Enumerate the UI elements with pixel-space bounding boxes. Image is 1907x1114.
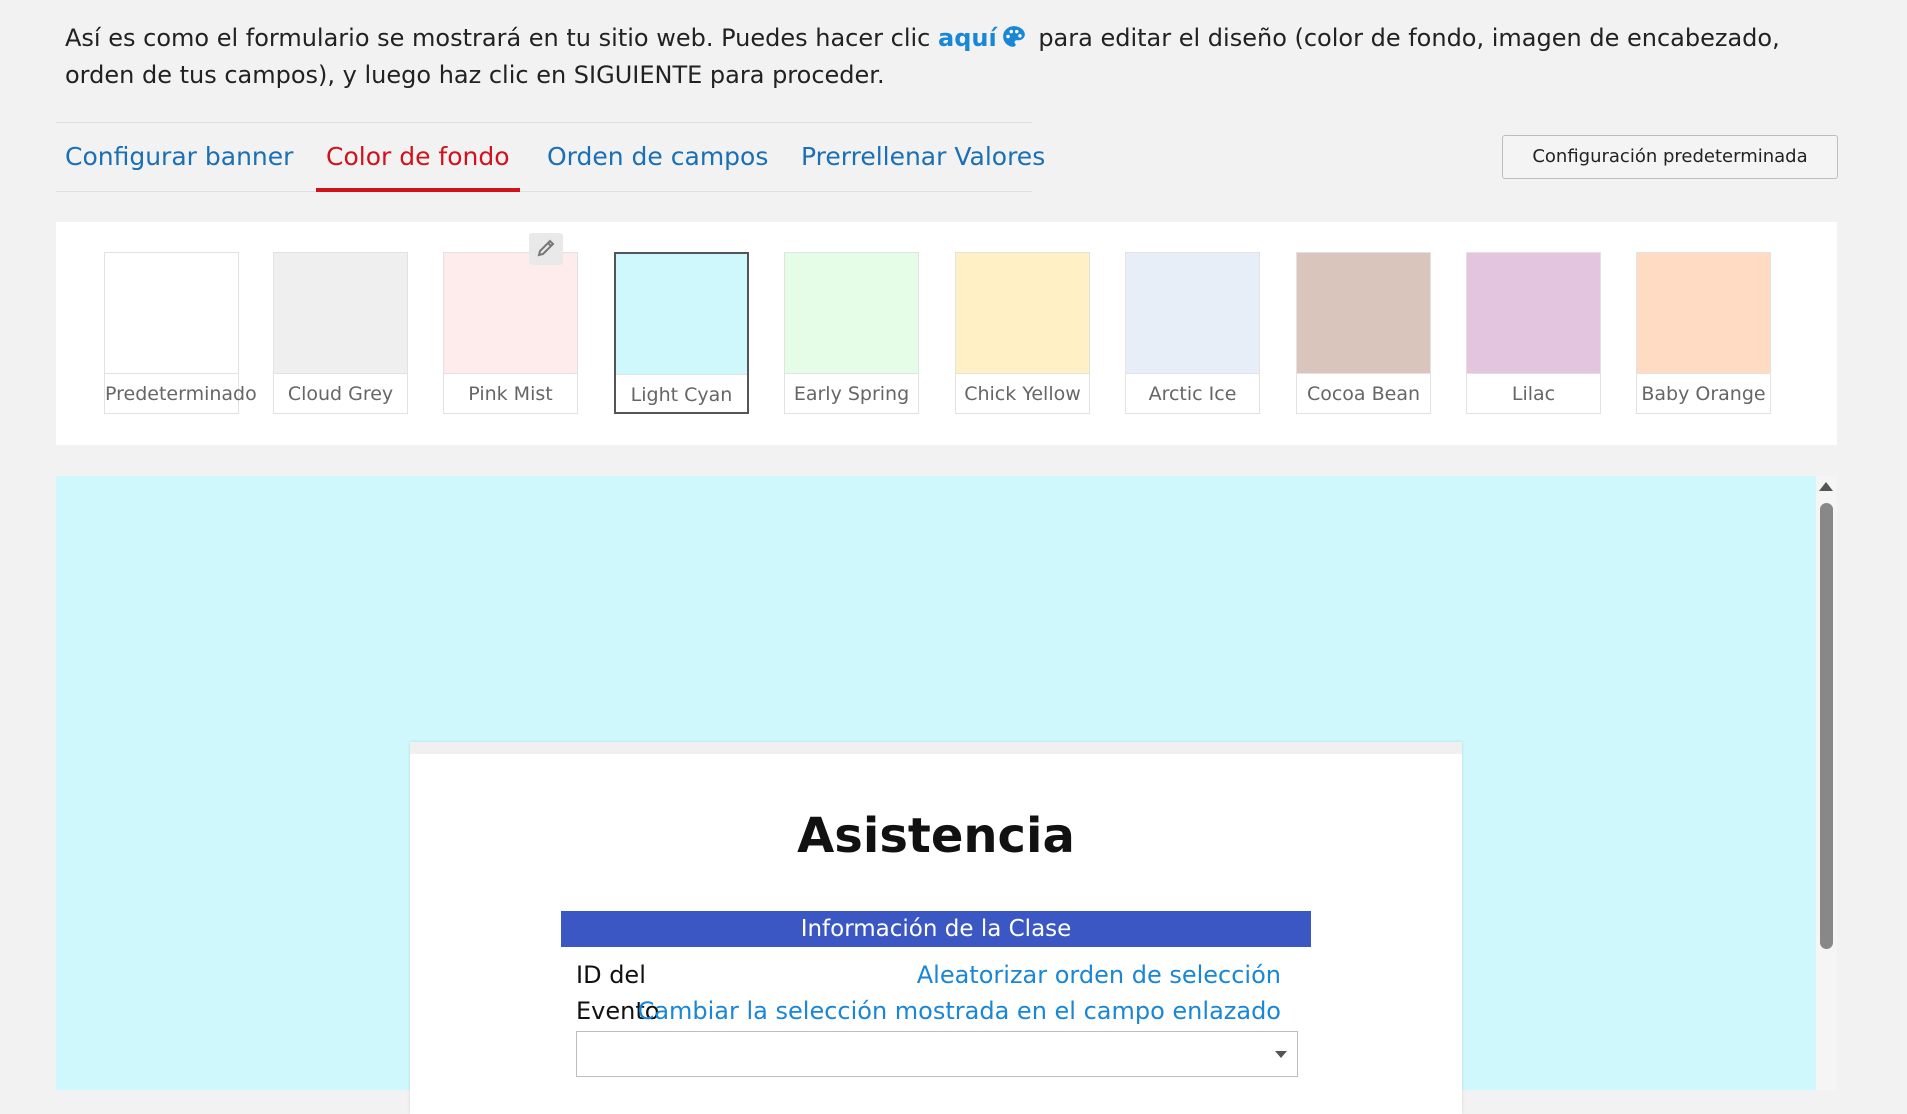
- swatch-panel: Predeterminado Cloud Grey Pink Mist Light C…: [56, 222, 1837, 445]
- swatch-label: Chick Yellow: [956, 373, 1089, 414]
- default-settings-button[interactable]: Configuración predeterminada: [1502, 135, 1838, 179]
- tab-prefill-values[interactable]: Prerrellenar Valores: [801, 123, 1045, 191]
- swatch-label: Light Cyan: [616, 374, 747, 415]
- intro-text-before: Así es como el formulario se mostrará en…: [65, 24, 938, 52]
- swatch-light-cyan[interactable]: Light Cyan: [614, 252, 749, 414]
- swatch-baby-orange[interactable]: Baby Orange: [1636, 252, 1771, 414]
- tab-background-color[interactable]: Color de fondo: [316, 123, 520, 192]
- swatch-color: [1126, 253, 1259, 373]
- swatch-color: [785, 253, 918, 373]
- swatch-color: [956, 253, 1089, 373]
- swatch-color: [1637, 253, 1770, 373]
- tab-configure-banner[interactable]: Configurar banner: [65, 123, 293, 191]
- chevron-down-icon: [1275, 1051, 1287, 1058]
- swatch-lilac[interactable]: Lilac: [1466, 252, 1601, 414]
- swatch-color: [616, 254, 747, 374]
- swatch-label: Lilac: [1467, 373, 1600, 414]
- swatch-label: Cloud Grey: [274, 373, 407, 414]
- scrollbar-thumb[interactable]: [1820, 503, 1833, 949]
- swatch-cloud-grey[interactable]: Cloud Grey: [273, 252, 408, 414]
- swatch-early-spring[interactable]: Early Spring: [784, 252, 919, 414]
- swatch-color: [1297, 253, 1430, 373]
- randomize-order-link[interactable]: Aleatorizar orden de selección: [917, 961, 1281, 989]
- edit-design-link[interactable]: aquí: [938, 24, 997, 52]
- swatch-color: [105, 253, 238, 373]
- field-label-line1: ID del: [576, 961, 646, 989]
- palette-icon[interactable]: [1001, 24, 1027, 50]
- swatch-label: Early Spring: [785, 373, 918, 414]
- form-title: Asistencia: [797, 808, 1075, 864]
- section-header: Información de la Clase: [561, 911, 1311, 947]
- swatch-label: Cocoa Bean: [1297, 373, 1430, 414]
- swatch-color: [1467, 253, 1600, 373]
- swatch-cocoa-bean[interactable]: Cocoa Bean: [1296, 252, 1431, 414]
- design-tabs: Configurar banner Color de fondo Orden d…: [56, 122, 1045, 192]
- pencil-glyph: [537, 239, 555, 257]
- swatch-arctic-ice[interactable]: Arctic Ice: [1125, 252, 1260, 414]
- change-linked-selection-link[interactable]: Cambiar la selección mostrada en el camp…: [638, 997, 1281, 1025]
- swatch-chick-yellow[interactable]: Chick Yellow: [955, 252, 1090, 414]
- swatch-label: Baby Orange: [1637, 373, 1770, 414]
- swatch-pink-mist[interactable]: Pink Mist: [443, 252, 578, 414]
- swatch-color: [444, 253, 577, 373]
- event-id-select[interactable]: [576, 1031, 1298, 1077]
- pencil-icon[interactable]: [529, 233, 563, 265]
- scroll-up-icon[interactable]: [1819, 482, 1833, 491]
- tab-field-order[interactable]: Orden de campos: [547, 123, 768, 191]
- swatch-label: Arctic Ice: [1126, 373, 1259, 414]
- swatch-label: Pink Mist: [444, 373, 577, 414]
- swatch-color: [274, 253, 407, 373]
- intro-text: Así es como el formulario se mostrará en…: [65, 20, 1825, 94]
- swatch-predeterminado[interactable]: Predeterminado: [104, 252, 257, 414]
- swatch-label: Predeterminado: [105, 373, 257, 414]
